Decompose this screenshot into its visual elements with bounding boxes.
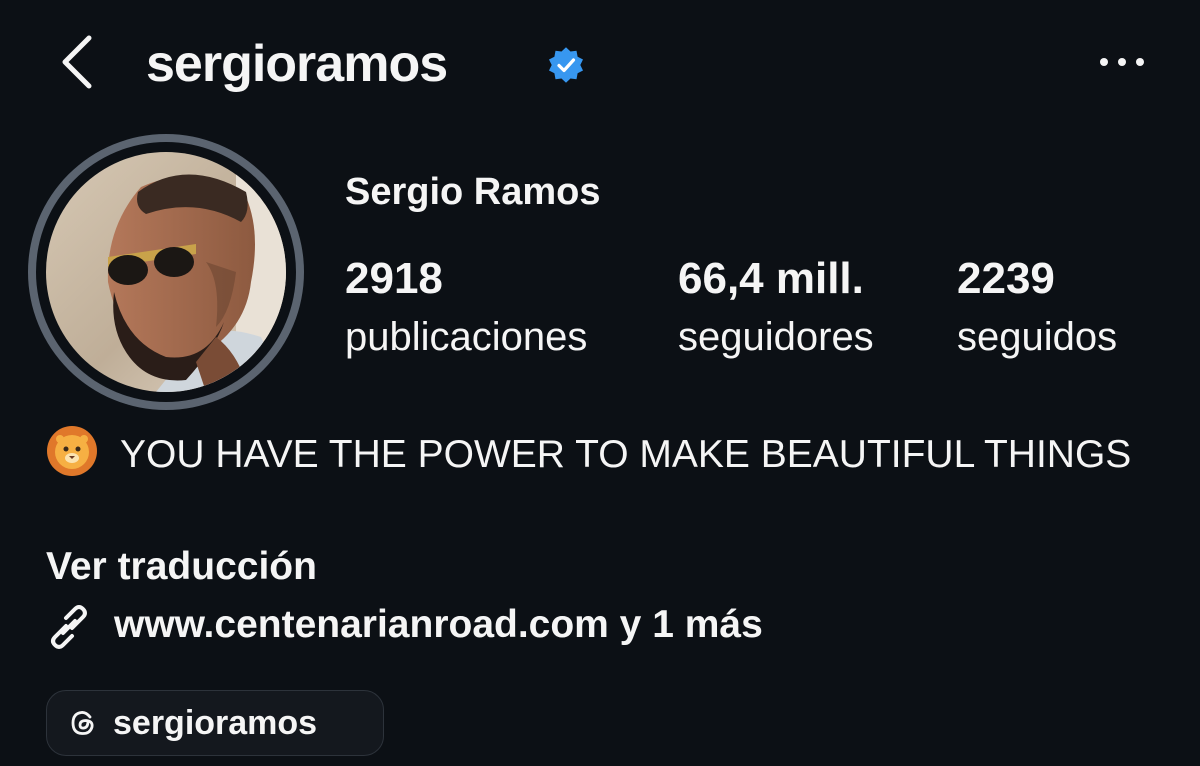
link-icon xyxy=(51,605,87,649)
stat-following-label: seguidos xyxy=(957,315,1118,359)
profile-full-name: Sergio Ramos xyxy=(345,171,601,213)
stat-followers-label: seguidores xyxy=(678,315,874,359)
back-button[interactable] xyxy=(55,32,105,92)
more-options-button[interactable] xyxy=(1094,44,1150,80)
stat-posts[interactable]: 2918 publicaciones xyxy=(345,252,587,364)
website-link-text: www.centenarianroad.com y 1 más xyxy=(114,603,763,646)
bio-text: YOU HAVE THE POWER TO MAKE BEAUTIFUL THI… xyxy=(120,433,1132,476)
lion-face-emoji xyxy=(47,426,97,476)
avatar-ring[interactable] xyxy=(28,134,304,410)
profile-photo xyxy=(46,152,286,392)
threads-icon xyxy=(71,711,94,735)
profile-header: sergioramos xyxy=(0,0,1200,130)
profile-username: sergioramos xyxy=(146,35,448,93)
stat-following[interactable]: 2239 seguidos xyxy=(957,252,1117,364)
avatar[interactable] xyxy=(46,152,286,392)
threads-badge[interactable]: sergioramos xyxy=(46,690,384,756)
stat-posts-count: 2918 xyxy=(345,254,443,303)
more-horizontal-icon xyxy=(1100,58,1144,66)
stat-posts-label: publicaciones xyxy=(345,315,588,359)
stat-following-count: 2239 xyxy=(957,254,1055,303)
stat-followers[interactable]: 66,4 mill. seguidores xyxy=(678,252,874,364)
verified-badge-icon xyxy=(549,47,583,83)
profile-bio: YOU HAVE THE POWER TO MAKE BEAUTIFUL THI… xyxy=(46,425,1166,482)
chevron-left-icon xyxy=(62,35,92,89)
see-translation-link[interactable]: Ver traducción xyxy=(46,540,317,594)
stat-followers-count: 66,4 mill. xyxy=(678,254,864,303)
threads-handle: sergioramos xyxy=(113,704,318,742)
